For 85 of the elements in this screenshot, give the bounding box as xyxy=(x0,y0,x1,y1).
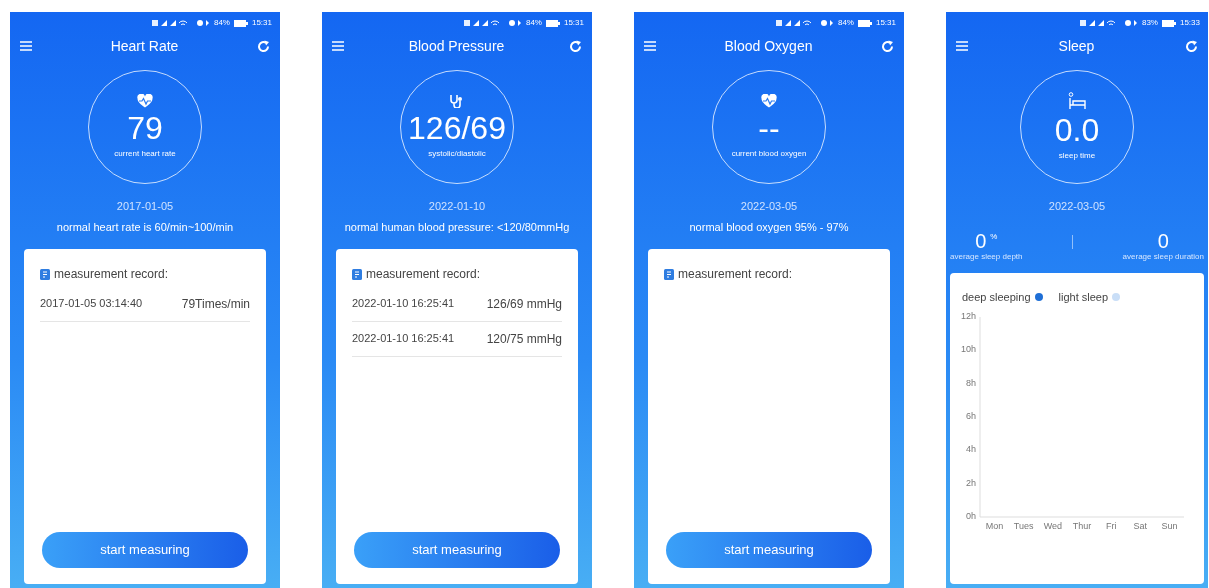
start-measuring-button[interactable]: start measuring xyxy=(666,532,872,568)
screen-title: Blood Pressure xyxy=(408,36,505,56)
document-icon xyxy=(352,268,362,280)
status-time: 15:33 xyxy=(1179,17,1200,29)
start-measuring-button[interactable]: start measuring xyxy=(354,532,560,568)
record-value: 120/75 mmHg xyxy=(486,331,562,348)
screen-title: Blood Oxygen xyxy=(724,36,813,56)
document-icon xyxy=(664,268,674,280)
status-icons xyxy=(1079,19,1138,27)
status-icons xyxy=(463,19,522,27)
reading-label: current blood oxygen xyxy=(731,148,807,160)
stat-value: 0 xyxy=(975,230,987,251)
menu-icon[interactable] xyxy=(20,41,32,51)
reading-value: 79 xyxy=(127,112,163,144)
x-tick-label: Tues xyxy=(1013,521,1034,531)
status-time: 15:31 xyxy=(251,17,272,29)
stethoscope-icon xyxy=(449,94,465,108)
reading-date: 2022-01-10 xyxy=(427,199,487,214)
reading-value: 0.0 xyxy=(1054,114,1100,146)
reading-label: sleep time xyxy=(1058,150,1096,162)
x-tick-label: Mon xyxy=(985,521,1004,531)
status-icons xyxy=(775,19,834,27)
refresh-icon[interactable] xyxy=(569,39,582,53)
bed-icon xyxy=(1068,92,1086,110)
status-time: 15:31 xyxy=(875,17,896,29)
y-tick-label: 12h xyxy=(960,311,976,321)
reading-value: 126/69 xyxy=(408,112,506,144)
battery-percentage: 83% xyxy=(1141,17,1158,29)
battery-percentage: 84% xyxy=(837,17,854,29)
x-tick-label: Wed xyxy=(1043,521,1063,531)
stat-label: average sleep depth xyxy=(950,250,1023,263)
reading-value: -- xyxy=(758,112,780,144)
battery-percentage: 84% xyxy=(525,17,542,29)
status-icons xyxy=(151,19,210,27)
x-tick-label: Fri xyxy=(1105,521,1117,531)
reading-date: 2022-03-05 xyxy=(1047,199,1107,214)
reading-date: 2017-01-05 xyxy=(115,199,175,214)
record-time: 2017-01-05 03:14:40 xyxy=(40,296,143,311)
stat-value: 0 xyxy=(1157,230,1169,251)
reading-label: systolic/diastolic xyxy=(428,148,486,160)
normal-range-note: normal heart rate is 60/min~100/min xyxy=(55,219,235,235)
legend-dot xyxy=(1112,292,1121,301)
normal-range-note: normal human blood pressure: <120/80mmHg xyxy=(343,219,571,235)
record-title: measurement record: xyxy=(366,266,481,283)
battery-icon xyxy=(545,19,560,27)
reading-label: current heart rate xyxy=(114,148,176,160)
x-tick-label: Thur xyxy=(1072,521,1092,531)
screen-title: Sleep xyxy=(1058,36,1095,56)
reading-date: 2022-03-05 xyxy=(739,199,799,214)
y-tick-label: 4h xyxy=(966,444,976,455)
battery-icon xyxy=(233,19,248,27)
heart-icon xyxy=(761,94,777,108)
refresh-icon[interactable] xyxy=(257,39,270,53)
menu-icon[interactable] xyxy=(644,41,656,51)
y-tick-label: 6h xyxy=(966,411,976,421)
x-tick-label: Sat xyxy=(1133,521,1148,531)
legend-label: deep sleeping xyxy=(962,289,1031,305)
menu-icon[interactable] xyxy=(332,41,344,51)
normal-range-note: normal blood oxygen 95% - 97% xyxy=(688,219,850,235)
x-tick-label: Sun xyxy=(1161,521,1178,531)
legend-dot xyxy=(1034,292,1043,301)
y-tick-label: 8h xyxy=(966,377,976,388)
legend-label: light sleep xyxy=(1058,289,1109,305)
document-icon xyxy=(40,268,50,280)
y-tick-label: 2h xyxy=(966,477,976,488)
y-tick-label: 0h xyxy=(966,511,976,521)
battery-percentage: 84% xyxy=(213,17,230,29)
heart-icon xyxy=(137,94,153,108)
record-time: 2022-01-10 16:25:41 xyxy=(352,331,455,346)
start-measuring-button[interactable]: start measuring xyxy=(42,532,248,568)
stat-label: average sleep duration xyxy=(1122,250,1204,263)
stat-unit: % xyxy=(990,230,998,243)
record-time: 2022-01-10 16:25:41 xyxy=(352,296,455,311)
refresh-icon[interactable] xyxy=(1185,39,1198,53)
menu-icon[interactable] xyxy=(956,41,968,51)
refresh-icon[interactable] xyxy=(881,39,894,53)
record-value: 126/69 mmHg xyxy=(486,296,562,313)
screen-title: Heart Rate xyxy=(110,36,179,56)
record-title: measurement record: xyxy=(54,266,169,283)
status-time: 15:31 xyxy=(563,17,584,29)
record-value: 79Times/min xyxy=(181,296,250,313)
battery-icon xyxy=(857,19,872,27)
record-title: measurement record: xyxy=(678,266,793,283)
y-tick-label: 10h xyxy=(960,344,976,355)
battery-icon xyxy=(1161,19,1176,27)
